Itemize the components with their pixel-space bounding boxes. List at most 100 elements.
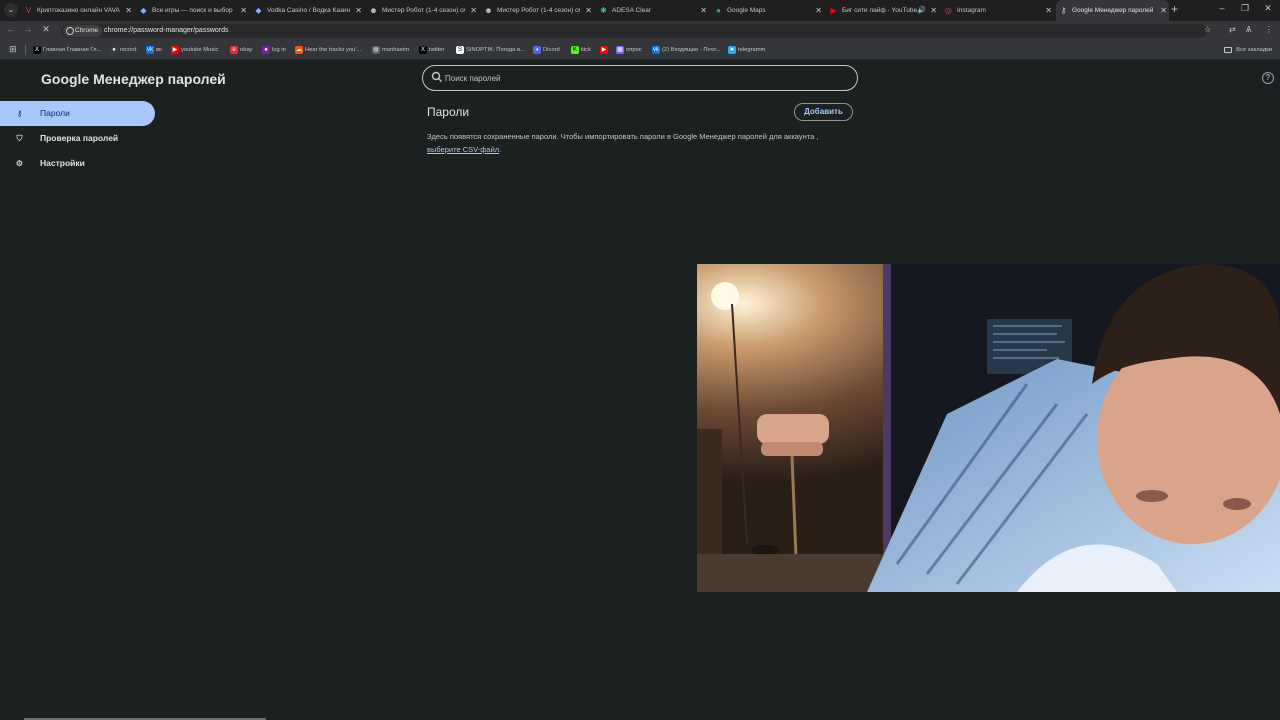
all-bookmarks-button[interactable]: Все закладки [1224,40,1272,60]
page-title: Google Менеджер паролей [41,71,226,87]
bookmark-label: вк [156,47,162,53]
bookmark-2[interactable]: ● record [110,40,136,60]
tab-9[interactable]: ◎ Instagram ✕ [941,0,1054,21]
tab-2[interactable]: ◆ Все игры — поиск и выбор ✕ [136,0,249,21]
bookmark-7[interactable]: ☁ Hear the tracks you'... [295,40,361,60]
bookmark-label: Dicord [543,47,560,53]
apps-grid-icon[interactable]: ⊞ [9,45,17,54]
globe-icon: ◍ [372,46,380,54]
choose-csv-link[interactable]: выберите CSV-файл [427,145,499,154]
tab-close-icon[interactable]: ✕ [815,0,822,21]
tab-10[interactable]: ⚷ Google Менеджер паролей ✕ [1056,0,1169,21]
tab-close-icon[interactable]: ✕ [355,0,362,21]
tab-4[interactable]: ☻ Мистер Робот (1-4 сезон) смотреть ✕ [366,0,479,21]
telegram-icon: ➤ [728,46,736,54]
folder-icon [1224,47,1233,53]
maximize-button[interactable]: ❐ [1234,3,1256,14]
nav-item-settings[interactable]: ⚙ Настройки [0,151,155,176]
bookmark-10[interactable]: S SINOPTIK: Погода в... [456,40,525,60]
bookmark-4[interactable]: ▶ youtube Music [171,40,218,60]
tab-1[interactable]: V Криптоказино онлайн VAVADA ✕ [21,0,134,21]
tab-close-icon[interactable]: ✕ [700,0,707,21]
youtube-icon: ▶ [830,6,837,15]
tab-close-icon[interactable]: ✕ [240,0,247,21]
bookmark-label: twitter [429,47,445,53]
tab-close-icon[interactable]: ✕ [1160,0,1167,21]
bookmark-6[interactable]: ● log in [262,40,286,60]
back-arrow-icon[interactable]: ← [5,24,17,34]
empty-state-text: Здесь появятся сохраненные пароли. Чтобы… [427,130,867,156]
youtube-music-icon: ▶ [171,46,179,54]
speaker-icon[interactable]: 🔊 [917,0,926,21]
help-icon[interactable]: ? [1262,72,1274,84]
tab-title: Мистер Робот (1-4 сезон) смотреть [382,7,465,14]
all-bookmarks-label: Все закладки [1236,47,1272,53]
webcam-overlay [697,264,1280,592]
bookmarks-bar: ⊞ X Главная Главная Гл... ● record vk вк ▶ yout… [0,40,1280,60]
kick-icon: K [571,46,579,54]
bookmark-1[interactable]: X Главная Главная Гл... [33,40,101,60]
bookmark-label: manhaeim [382,47,410,53]
menu-kebab-icon[interactable]: ⋮ [1265,25,1273,34]
tab-title: Криптоказино онлайн VAVADA [37,7,120,14]
bookmark-label: SINOPTIK: Погода в... [466,47,525,53]
tab-6[interactable]: ✱ ADESA Clear ✕ [596,0,709,21]
nav-item-label: Проверка паролей [40,133,119,143]
bookmark-label: ebay [240,47,253,53]
nav-item-passwords[interactable]: ⚷ Пароли [0,101,155,126]
tab-close-icon[interactable]: ✕ [470,0,477,21]
vodka-icon: ◆ [255,6,262,15]
tab-search-chevron-icon[interactable]: ⌄ [4,3,18,17]
tab-3[interactable]: ◆ Vodka Casino / Водка Казино ✕ [251,0,364,21]
profile-icon[interactable]: Ѧ [1246,25,1251,34]
bookmark-label: Главная Главная Гл... [43,47,102,53]
minimize-button[interactable]: – [1211,3,1233,13]
search-input[interactable] [445,70,845,86]
sinoptik-icon: S [456,46,464,54]
bookmark-9[interactable]: Xtwitter [419,40,444,60]
poll-icon: ▦ [616,46,624,54]
bookmark-16[interactable]: ➤ telegramm [728,40,765,60]
tab-close-icon[interactable]: ✕ [1045,0,1052,21]
address-bar[interactable]: Chrome chrome://password-manager/passwor… [61,24,1207,38]
tab-5[interactable]: ☻ Мистер Робот (1-4 сезон) смотреть ✕ [481,0,594,21]
vk-icon: vk [146,46,154,54]
chrome-icon [66,27,74,35]
cast-icon[interactable]: ⇄ [1229,25,1236,34]
bookmark-11[interactable]: ◕ Dicord [533,40,560,60]
bookmark-14[interactable]: ▦ опрос [616,40,642,60]
stop-loading-icon[interactable]: ✕ [40,24,52,35]
bookmark-3[interactable]: vk вк [146,40,162,60]
bookmark-star-icon[interactable]: ☆ [1204,25,1211,34]
nav-item-label: Пароли [40,108,70,118]
bookmark-13[interactable]: ▶ [600,40,610,60]
tab-7[interactable]: ● Google Maps ✕ [711,0,824,21]
section-title: Пароли [427,105,470,119]
bookmark-12[interactable]: Kkick [571,40,591,60]
add-password-button[interactable]: Добавить [794,103,853,121]
login-icon: ● [262,46,270,54]
tab-close-icon[interactable]: ✕ [125,0,132,21]
bookmark-label: (2) Входящие - Почт... [662,47,721,53]
bookmarks-divider [25,45,26,55]
search-box[interactable] [422,65,858,91]
nav-item-password-checkup[interactable]: ⛉ Проверка паролей [0,126,155,151]
tab-8[interactable]: ▶ Биг сити лайф - YouTube 🔊 ✕ [826,0,939,21]
forward-arrow-icon[interactable]: → [22,24,34,34]
bookmark-label: опрос [626,47,642,53]
tab-close-icon[interactable]: ✕ [585,0,592,21]
tab-close-icon[interactable]: ✕ [930,0,937,21]
instagram-icon: ◎ [945,6,952,15]
bookmark-8[interactable]: ◍ manhaeim [372,40,409,60]
gear-icon: ⚙ [15,159,24,168]
url-text[interactable]: chrome://password-manager/passwords [104,24,229,38]
bookmark-5[interactable]: e ebay [230,40,253,60]
tab-strip: ⌄ V Криптоказино онлайн VAVADA ✕ ◆ Все игры … [0,0,1280,21]
star-icon: ✱ [600,6,607,15]
site-info-chip[interactable]: Chrome [63,25,103,37]
new-tab-button[interactable]: + [1171,2,1178,16]
bookmark-label: telegramm [738,47,766,53]
bookmark-15[interactable]: vk (2) Входящие - Почт... [652,40,720,60]
bookmark-label: record [120,47,137,53]
close-window-button[interactable]: ✕ [1257,3,1279,14]
